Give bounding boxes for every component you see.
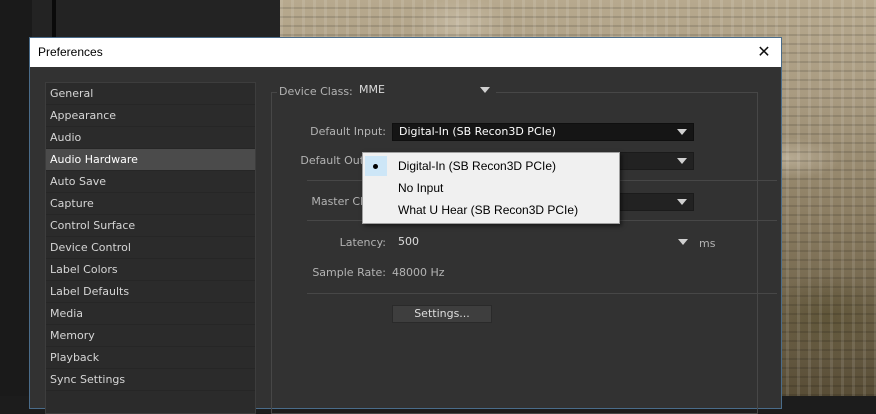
menu-item-label: What U Hear (SB Recon3D PCIe) <box>398 203 579 217</box>
sidebar-item-sync-settings[interactable]: Sync Settings <box>46 369 255 391</box>
preferences-category-list: General Appearance Audio Audio Hardware … <box>45 82 256 414</box>
sidebar-item-memory[interactable]: Memory <box>46 325 255 347</box>
sidebar-item-auto-save[interactable]: Auto Save <box>46 171 255 193</box>
dialog-title: Preferences <box>38 45 103 59</box>
latency-value: 500 <box>398 235 419 248</box>
chevron-down-icon <box>678 239 688 245</box>
audio-hardware-panel: Device Class: MME Default Input: Digital… <box>267 82 777 414</box>
latency-label: Latency: <box>339 236 386 249</box>
close-icon[interactable]: ✕ <box>755 43 773 61</box>
sidebar-item-audio-hardware[interactable]: Audio Hardware <box>46 149 255 171</box>
sidebar-item-media[interactable]: Media <box>46 303 255 325</box>
sidebar-item-appearance[interactable]: Appearance <box>46 105 255 127</box>
sidebar-item-capture[interactable]: Capture <box>46 193 255 215</box>
sidebar-item-label-defaults[interactable]: Label Defaults <box>46 281 255 303</box>
menu-item-no-input[interactable]: No Input <box>363 177 619 199</box>
menu-item-label: No Input <box>398 181 444 195</box>
sidebar-item-playback[interactable]: Playback <box>46 347 255 369</box>
default-input-menu: Digital-In (SB Recon3D PCIe) No Input Wh… <box>362 152 620 224</box>
sidebar-item-control-surface[interactable]: Control Surface <box>46 215 255 237</box>
default-input-value: Digital-In (SB Recon3D PCIe) <box>399 125 556 138</box>
latency-unit: ms <box>699 237 716 250</box>
sample-rate-label: Sample Rate: <box>312 266 386 279</box>
chevron-down-icon <box>677 199 687 205</box>
device-class-label: Device Class: <box>277 85 355 98</box>
settings-button[interactable]: Settings... <box>392 305 492 323</box>
default-input-dropdown[interactable]: Digital-In (SB Recon3D PCIe) <box>392 123 694 141</box>
default-input-label: Default Input: <box>310 125 386 138</box>
menu-item-digital-in[interactable]: Digital-In (SB Recon3D PCIe) <box>363 155 619 177</box>
background-strip <box>0 0 32 396</box>
sidebar-item-label-colors[interactable]: Label Colors <box>46 259 255 281</box>
chevron-down-icon <box>677 129 687 135</box>
menu-item-label: Digital-In (SB Recon3D PCIe) <box>398 159 557 173</box>
sidebar-item-audio[interactable]: Audio <box>46 127 255 149</box>
sidebar-item-device-control[interactable]: Device Control <box>46 237 255 259</box>
chevron-down-icon <box>677 158 687 164</box>
device-class-value: MME <box>359 83 385 96</box>
chevron-down-icon <box>480 87 490 93</box>
latency-dropdown[interactable]: 500 <box>392 234 694 252</box>
bullet-icon <box>373 164 378 169</box>
section-divider <box>307 293 777 294</box>
sample-rate-value: 48000 Hz <box>392 266 445 279</box>
background-divider <box>52 0 56 40</box>
dialog-titlebar: Preferences ✕ <box>30 38 781 67</box>
menu-item-what-u-hear[interactable]: What U Hear (SB Recon3D PCIe) <box>363 199 619 221</box>
sidebar-item-general[interactable]: General <box>46 83 255 105</box>
dialog-body: General Appearance Audio Audio Hardware … <box>30 67 781 414</box>
device-class-dropdown[interactable]: MME <box>353 82 496 100</box>
